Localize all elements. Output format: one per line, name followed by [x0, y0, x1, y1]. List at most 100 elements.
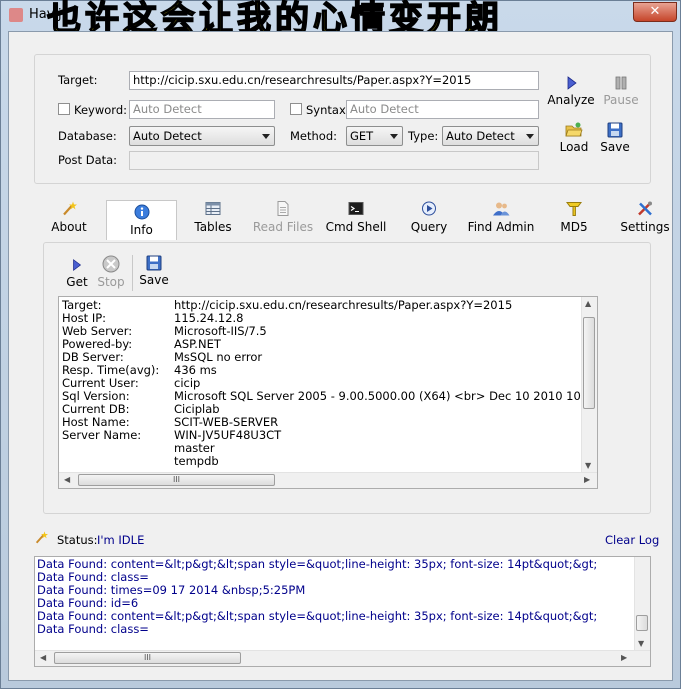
play-icon [73, 259, 82, 271]
tab-label: Settings [620, 220, 670, 234]
postdata-input[interactable] [129, 151, 539, 170]
scroll-right-arrow-icon[interactable]: ▶ [621, 653, 627, 662]
info-save-label: Save [139, 273, 169, 287]
stop-button[interactable]: Stop [94, 255, 128, 289]
target-group: Target: http://cicip.sxu.edu.cn/research… [34, 54, 651, 184]
database-select-value: Auto Detect [133, 129, 202, 143]
chevron-down-icon [390, 134, 398, 139]
scroll-up-arrow-icon[interactable]: ▲ [585, 299, 591, 308]
save-button[interactable]: Save [597, 122, 633, 154]
key-icon [566, 202, 582, 216]
tab-label: Read Files [252, 220, 314, 234]
target-input[interactable]: http://cicip.sxu.edu.cn/researchresults/… [129, 71, 539, 90]
chevron-down-icon [526, 134, 534, 139]
type-select[interactable]: Auto Detect [442, 126, 539, 146]
info-vertical-scrollbar[interactable]: ▲ ▼ [581, 297, 597, 473]
type-label: Type: [408, 129, 439, 143]
database-label: Database: [58, 129, 117, 143]
method-select[interactable]: GET [346, 126, 403, 146]
admin-icon [493, 202, 510, 216]
keyword-input[interactable]: Auto Detect [129, 100, 275, 119]
query-icon [422, 201, 436, 216]
pause-icon [615, 76, 627, 90]
app-icon [9, 8, 23, 22]
log-vertical-scrollbar[interactable]: ▼ [634, 557, 650, 651]
scroll-left-arrow-icon[interactable]: ◀ [64, 475, 70, 484]
clear-log-link[interactable]: Clear Log [605, 533, 659, 547]
tab-label: About [51, 220, 87, 234]
stop-icon [102, 255, 120, 273]
tab-label: Query [410, 220, 448, 234]
type-select-value: Auto Detect [446, 129, 515, 143]
tab-label: MD5 [560, 220, 588, 234]
stop-label: Stop [97, 275, 125, 289]
scrollbar-thumb[interactable] [636, 615, 648, 631]
syntax-input[interactable]: Auto Detect [346, 100, 539, 119]
file-icon [277, 201, 289, 216]
info-value: tempdb [174, 454, 219, 468]
load-label: Load [559, 140, 589, 154]
load-button[interactable]: Load [553, 122, 595, 154]
info-horizontal-scrollbar[interactable]: ◀ III ▶ [59, 472, 597, 488]
tab-tables[interactable]: Tables [187, 200, 239, 240]
scrollbar-thumb[interactable]: III [78, 474, 275, 486]
postdata-label: Post Data: [58, 153, 118, 167]
client-area: Target: http://cicip.sxu.edu.cn/research… [8, 31, 673, 681]
keyword-checkbox[interactable] [58, 103, 70, 115]
info-icon [134, 204, 149, 220]
terminal-icon [348, 202, 364, 215]
method-label: Method: [290, 129, 338, 143]
log-output[interactable]: Data Found: content=&lt;p&gt;&lt;span st… [34, 556, 651, 667]
log-line: Data Found: class= [37, 622, 149, 636]
toolbar-separator [132, 255, 133, 291]
syntax-checkbox[interactable] [290, 103, 302, 115]
info-output[interactable]: Target: http://cicip.sxu.edu.cn/researchr… [58, 296, 598, 489]
havij-window: Havij 也许这会让我的心情变开朗 ✕ Target: http://cici… [0, 0, 681, 689]
log-horizontal-scrollbar[interactable]: ◀ III ▶ [35, 650, 650, 666]
scroll-left-arrow-icon[interactable]: ◀ [40, 653, 46, 662]
syntax-label: Syntax: [306, 103, 350, 117]
pause-button[interactable]: Pause [599, 75, 643, 107]
chevron-down-icon [262, 134, 270, 139]
tab-info[interactable]: Info [106, 200, 177, 240]
pause-label: Pause [603, 93, 639, 107]
wand-icon [35, 531, 48, 544]
tab-read-files[interactable]: Read Files [250, 200, 316, 240]
target-label: Target: [58, 73, 98, 87]
get-button[interactable]: Get [63, 257, 91, 289]
info-save-button[interactable]: Save [137, 255, 171, 287]
scroll-right-arrow-icon[interactable]: ▶ [584, 475, 590, 484]
wand-icon [63, 201, 77, 216]
method-select-value: GET [350, 129, 374, 143]
floppy-disk-icon [607, 122, 623, 138]
get-label: Get [66, 275, 88, 289]
tab-label: Info [130, 223, 153, 237]
folder-open-icon [565, 122, 583, 137]
keyword-label: Keyword: [74, 103, 127, 117]
scrollbar-thumb[interactable]: III [54, 652, 241, 664]
database-select[interactable]: Auto Detect [129, 126, 275, 146]
tools-icon [638, 201, 652, 216]
scroll-down-arrow-icon[interactable]: ▼ [585, 461, 591, 470]
tab-label: Cmd Shell [325, 220, 387, 234]
info-key: Server Name: [62, 428, 142, 442]
scrollbar-thumb[interactable] [583, 317, 595, 409]
tab-label: Tables [194, 220, 232, 234]
tab-settings[interactable]: Settings [617, 200, 673, 240]
tab-cmd-shell[interactable]: Cmd Shell [323, 200, 389, 240]
tab-label: Find Admin [467, 220, 535, 234]
scroll-down-arrow-icon[interactable]: ▼ [638, 639, 644, 648]
close-button[interactable]: ✕ [633, 2, 677, 22]
analyze-label: Analyze [547, 93, 595, 107]
floppy-disk-icon [146, 255, 162, 271]
tab-find-admin[interactable]: Find Admin [465, 200, 537, 240]
status-label: Status: [57, 533, 98, 547]
status-value: I'm IDLE [97, 533, 145, 547]
table-icon [205, 202, 221, 215]
tab-query[interactable]: Query [403, 200, 455, 240]
analyze-button[interactable]: Analyze [547, 75, 595, 107]
tab-md5[interactable]: MD5 [548, 200, 600, 240]
save-label: Save [600, 140, 630, 154]
title-bar[interactable]: Havij 也许这会让我的心情变开朗 ✕ [1, 0, 680, 40]
tab-about[interactable]: About [43, 200, 95, 240]
